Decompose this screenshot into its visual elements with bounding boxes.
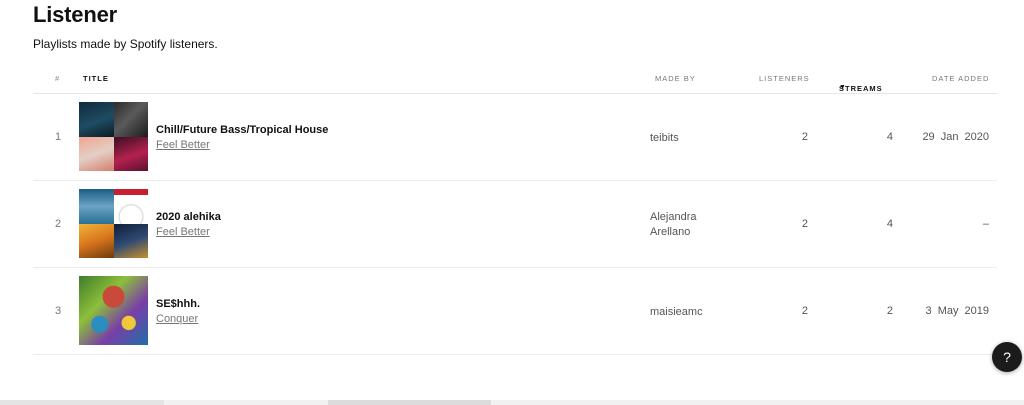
date-added-cell: 3 May 2019 xyxy=(925,305,989,317)
row-number: 1 xyxy=(54,131,62,143)
playlist-name[interactable]: 2020 alehika xyxy=(156,211,221,223)
listeners-cell: 2 xyxy=(801,131,808,143)
page-title: Listener xyxy=(33,2,117,27)
row-number: 3 xyxy=(54,305,62,317)
made-by-cell: maisieamc xyxy=(650,305,703,320)
playlist-genre-link[interactable]: Feel Better xyxy=(156,139,210,151)
playlist-name[interactable]: Chill/Future Bass/Tropical House xyxy=(156,124,328,136)
cover-tile xyxy=(113,102,148,137)
column-header-listeners[interactable]: LISTENERS xyxy=(759,74,810,83)
made-by-cell: teibits xyxy=(650,131,679,146)
cover-tile xyxy=(113,223,148,258)
scrollbar-thumb[interactable] xyxy=(328,400,491,405)
listeners-cell: 2 xyxy=(801,218,808,230)
playlist-genre-link[interactable]: Feel Better xyxy=(156,226,210,238)
table-header: # TITLE MADE BY LISTENERS ▼ STREAMS DATE … xyxy=(33,64,997,94)
column-header-date-added[interactable]: DATE ADDED xyxy=(932,74,989,83)
listeners-cell: 2 xyxy=(801,305,808,317)
cover-tile xyxy=(79,189,114,224)
cover-tile xyxy=(79,102,114,137)
streams-cell: 2 xyxy=(886,305,893,317)
date-added-cell: 29 Jan 2020 xyxy=(922,131,989,143)
made-by-line: maisieamc xyxy=(650,306,703,318)
table-row[interactable]: 2 2020 alehika Feel Better Alejandra Are… xyxy=(33,181,997,268)
scrollbar-segment xyxy=(0,400,164,405)
playlist-name[interactable]: SE$hhh. xyxy=(156,298,200,310)
made-by-line: Alejandra xyxy=(650,211,697,223)
made-by-line: Arellano xyxy=(650,226,691,238)
streams-cell: 4 xyxy=(886,218,893,230)
column-header-number: # xyxy=(55,74,61,83)
made-by-line: teibits xyxy=(650,132,679,144)
column-header-streams-label: STREAMS xyxy=(839,84,883,93)
column-header-made-by[interactable]: MADE BY xyxy=(655,74,696,83)
horizontal-scrollbar[interactable] xyxy=(0,400,1024,405)
cover-tile xyxy=(79,223,114,258)
help-button[interactable]: ? xyxy=(992,342,1022,372)
playlist-cover[interactable] xyxy=(79,276,148,345)
playlist-cover[interactable] xyxy=(79,189,148,258)
column-header-title[interactable]: TITLE xyxy=(83,74,109,83)
table-row[interactable]: 3 SE$hhh. Conquer maisieamc 2 2 3 May 20… xyxy=(33,268,997,355)
made-by-cell: Alejandra Arellano xyxy=(650,210,696,240)
table-row[interactable]: 1 Chill/Future Bass/Tropical House Feel … xyxy=(33,94,997,181)
playlist-cover[interactable] xyxy=(79,102,148,171)
playlist-genre-link[interactable]: Conquer xyxy=(156,313,198,325)
cover-tile xyxy=(113,136,148,171)
page-subtitle: Playlists made by Spotify listeners. xyxy=(33,37,218,51)
playlist-table: # TITLE MADE BY LISTENERS ▼ STREAMS DATE … xyxy=(33,64,997,355)
streams-cell: 4 xyxy=(886,131,893,143)
question-icon: ? xyxy=(1003,349,1011,365)
cover-tile xyxy=(79,136,114,171)
row-number: 2 xyxy=(54,218,62,230)
date-added-cell: – xyxy=(982,218,989,230)
